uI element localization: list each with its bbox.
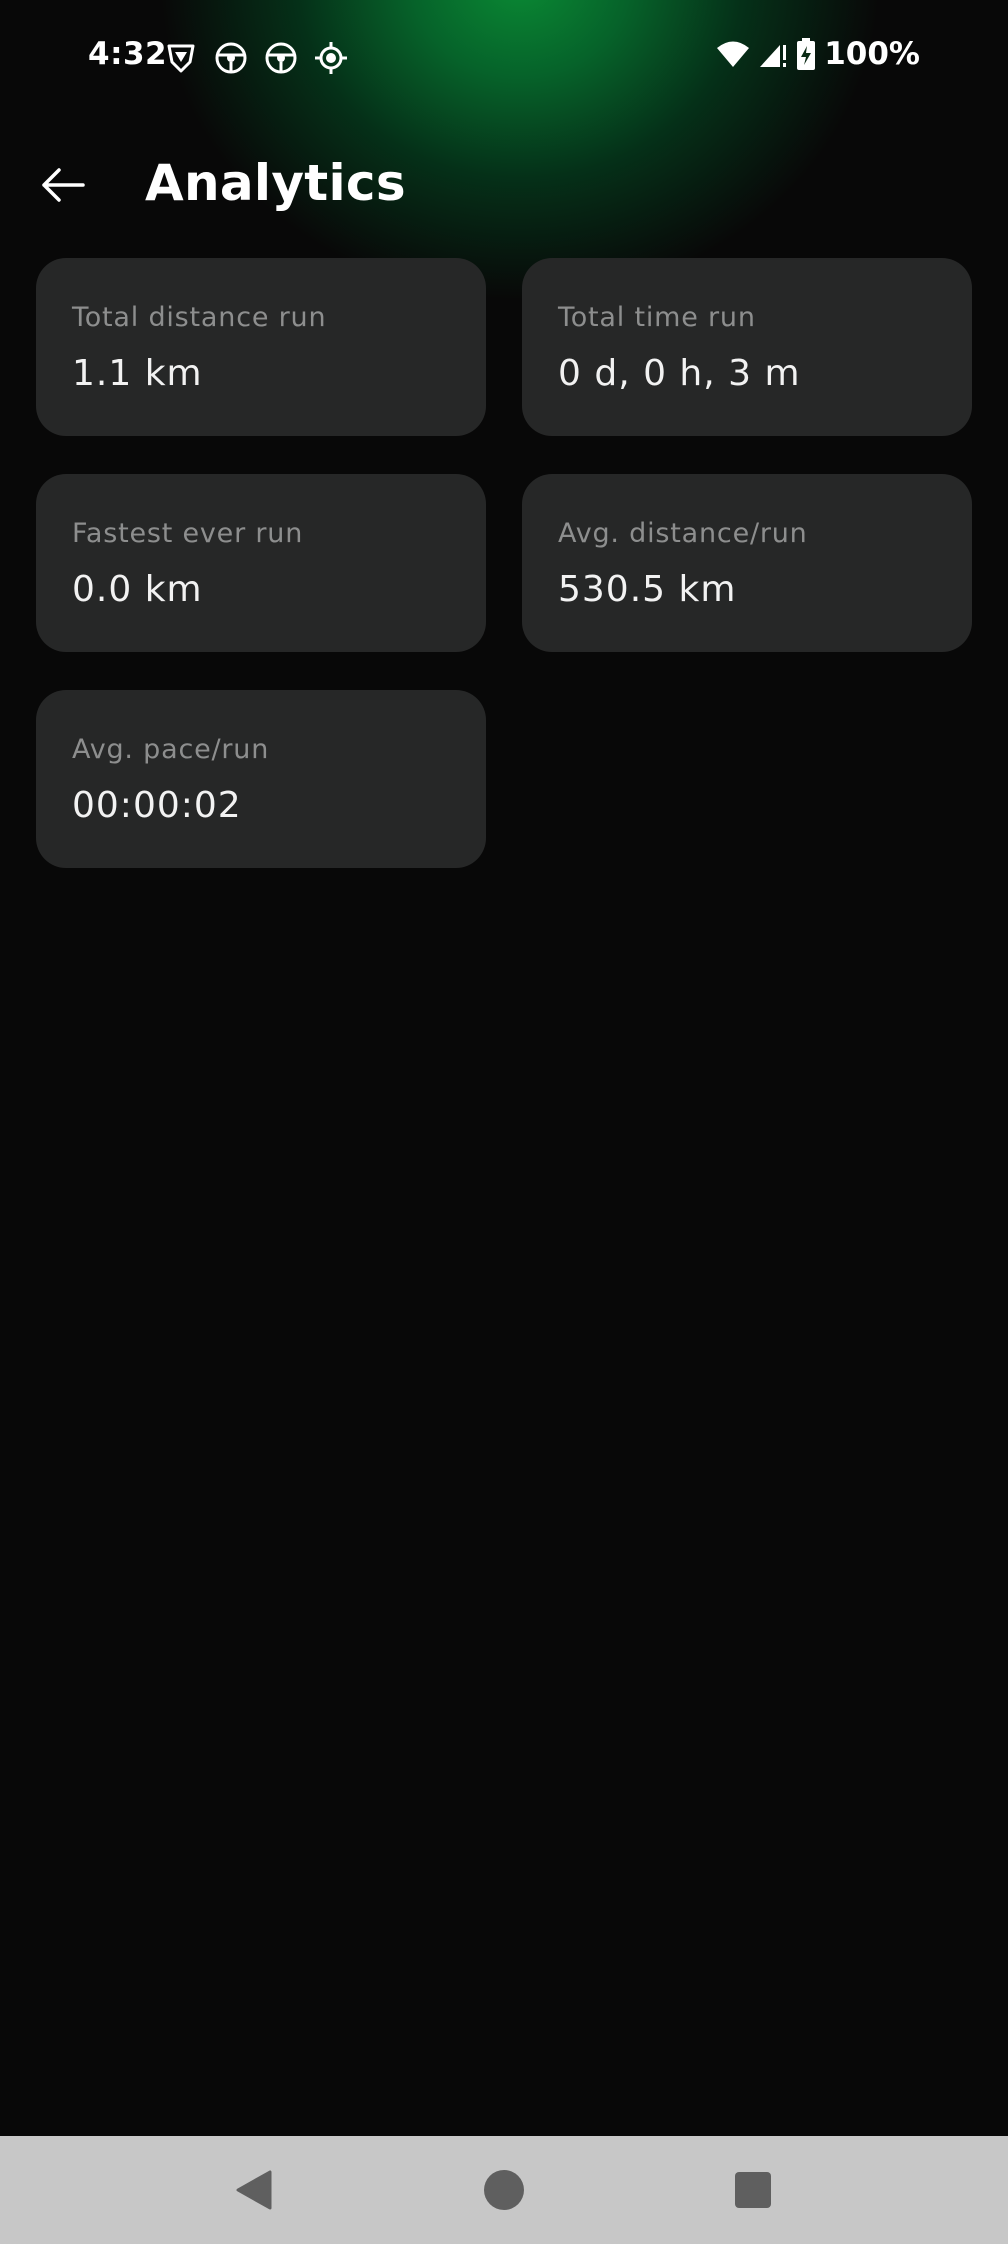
card-label: Avg. distance/run [558, 518, 808, 549]
card-label: Avg. pace/run [72, 734, 270, 765]
card-value: 1.1 km [72, 353, 203, 394]
card-value: 00:00:02 [72, 785, 242, 826]
back-button[interactable] [30, 152, 96, 218]
card-value: 0.0 km [72, 569, 203, 610]
card-label: Total distance run [72, 302, 327, 333]
nav-home-button[interactable] [478, 2164, 530, 2216]
card-label: Fastest ever run [72, 518, 304, 549]
card-total-distance: Total distance run 1.1 km [36, 258, 486, 436]
battery-charging-icon [797, 38, 816, 70]
card-avg-distance: Avg. distance/run 530.5 km [522, 474, 972, 652]
card-avg-pace: Avg. pace/run 00:00:02 [36, 690, 486, 868]
steering-wheel-icon [215, 42, 247, 74]
home-circle-icon [484, 2170, 524, 2210]
card-value: 0 d, 0 h, 3 m [558, 353, 801, 394]
location-target-icon [315, 42, 347, 74]
nav-recents-button[interactable] [727, 2164, 779, 2216]
system-status: 100% [716, 36, 920, 72]
status-bar: 4:32 100% [0, 0, 1008, 116]
back-triangle-icon [236, 2170, 272, 2210]
brave-browser-icon [167, 44, 195, 73]
card-value: 530.5 km [558, 569, 737, 610]
arrow-left-icon [42, 168, 85, 202]
status-time: 4:32 [88, 36, 168, 72]
system-nav-bar [0, 2136, 1008, 2244]
card-total-time: Total time run 0 d, 0 h, 3 m [522, 258, 972, 436]
card-fastest-run: Fastest ever run 0.0 km [36, 474, 486, 652]
battery-percent: 100% [824, 36, 920, 72]
notification-icons [163, 40, 349, 76]
card-label: Total time run [558, 302, 756, 333]
recents-square-icon [735, 2172, 771, 2208]
wifi-icon [717, 41, 750, 67]
signal-alert-icon [760, 45, 787, 67]
page-title: Analytics [145, 154, 406, 212]
steering-wheel-icon [265, 42, 297, 74]
nav-back-button[interactable] [228, 2164, 280, 2216]
